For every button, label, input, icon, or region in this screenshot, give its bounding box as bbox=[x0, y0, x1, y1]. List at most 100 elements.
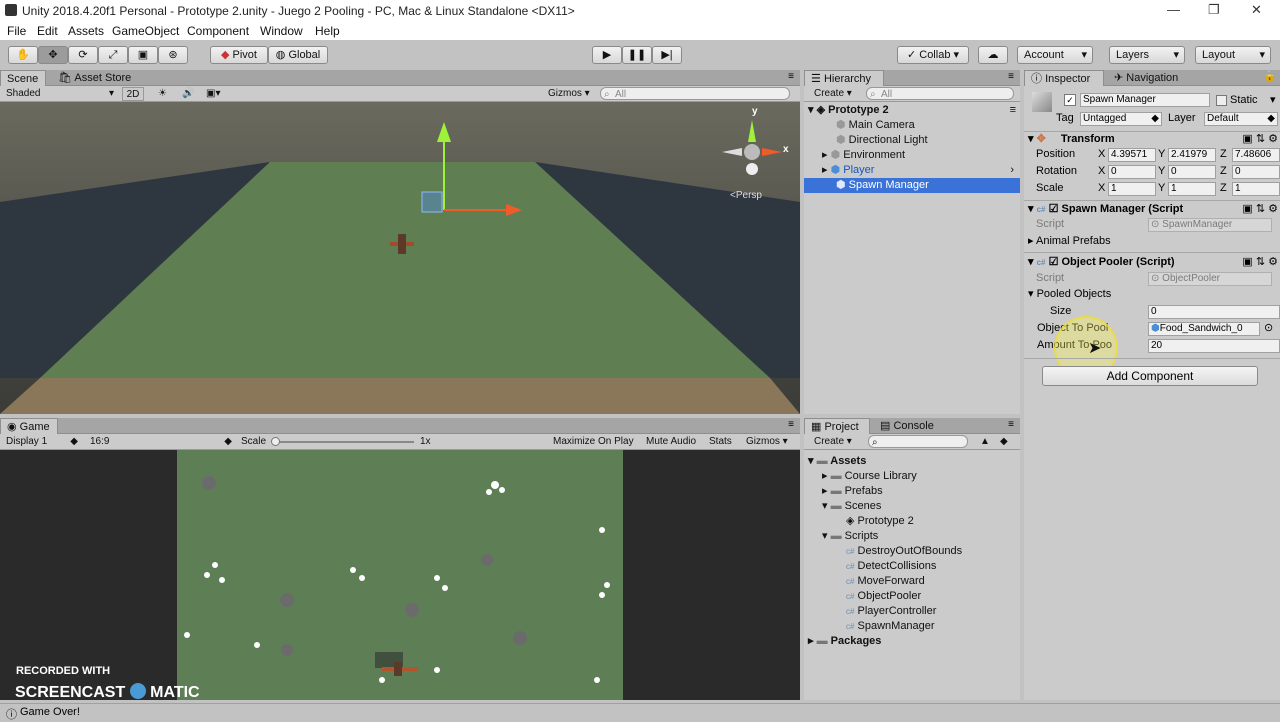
project-search-input[interactable]: ⌕ bbox=[868, 435, 968, 448]
lighting-icon[interactable]: ☀ bbox=[158, 87, 167, 101]
tab-console[interactable]: ▤ Console bbox=[874, 418, 940, 434]
lock-icon[interactable]: 🔒 bbox=[1264, 71, 1276, 82]
panel-menu-icon[interactable]: ≡ bbox=[1008, 419, 1014, 430]
menu-gameobject[interactable]: GameObject bbox=[112, 24, 179, 38]
shading-dropdown[interactable]: Shaded ▾ bbox=[6, 87, 116, 101]
hierarchy-create-dropdown[interactable]: Create ▾ bbox=[814, 87, 852, 101]
perspective-label[interactable]: <Persp bbox=[730, 190, 762, 201]
scale-y-field[interactable]: 1 bbox=[1168, 182, 1216, 196]
gizmo-plane[interactable] bbox=[421, 191, 443, 213]
folder-scenes[interactable]: ▾ ▬ Scenes bbox=[822, 499, 881, 514]
animal-prefabs-foldout[interactable]: ▸ Animal Prefabs bbox=[1028, 234, 1111, 249]
folder-scripts[interactable]: ▾ ▬ Scripts bbox=[822, 529, 878, 544]
filter-label-icon[interactable]: ◆ bbox=[1000, 435, 1008, 449]
game-viewport[interactable]: RECORDED WITH SCREENCAST MATIC bbox=[0, 450, 800, 700]
maximize-button[interactable]: ❐ bbox=[1208, 2, 1220, 18]
pooled-objects-foldout[interactable]: ▾ Pooled Objects bbox=[1028, 287, 1111, 302]
layers-dropdown[interactable]: Layers ▾ bbox=[1109, 46, 1185, 64]
filter-type-icon[interactable]: ▲ bbox=[980, 435, 990, 449]
close-button[interactable]: ✕ bbox=[1251, 2, 1262, 18]
hierarchy-search-input[interactable]: ⌕ All bbox=[866, 87, 1014, 100]
menu-window[interactable]: Window bbox=[260, 24, 303, 38]
component-enabled-checkbox[interactable]: ☑ bbox=[1049, 256, 1059, 268]
size-field[interactable]: 0 bbox=[1148, 305, 1280, 319]
scene-root-item[interactable]: ▾ ◈ Prototype 2 ≡ bbox=[808, 103, 1020, 118]
component-settings-icon[interactable]: ▣ ⇅ ⚙ bbox=[1242, 132, 1278, 147]
scale-z-field[interactable]: 1 bbox=[1232, 182, 1280, 196]
object-to-pool-field[interactable]: ⬢Food_Sandwich_0 bbox=[1148, 322, 1260, 336]
script-file[interactable]: c# ObjectPooler bbox=[846, 589, 921, 604]
folder-packages[interactable]: ▸ ▬ Packages bbox=[808, 634, 881, 649]
tab-game[interactable]: ◉ Game bbox=[0, 418, 58, 434]
rect-tool-icon[interactable]: ▣ bbox=[128, 46, 158, 64]
mode-2d-toggle[interactable]: 2D bbox=[122, 87, 144, 101]
tab-project[interactable]: ▦ Project bbox=[804, 418, 870, 434]
step-button[interactable]: ▶| bbox=[652, 46, 682, 64]
hand-tool-icon[interactable]: ✋ bbox=[8, 46, 38, 64]
tag-dropdown[interactable]: Untagged ◆ bbox=[1080, 112, 1162, 126]
active-checkbox[interactable]: ✓ bbox=[1064, 94, 1076, 106]
effects-icon[interactable]: ▣▾ bbox=[206, 87, 220, 101]
position-y-field[interactable]: 2.41979 bbox=[1168, 148, 1216, 162]
transform-header[interactable]: ▾ ✥ Transform ▣ ⇅ ⚙ bbox=[1028, 132, 1280, 147]
global-toggle[interactable]: ◍ Global bbox=[268, 46, 328, 64]
aspect-dropdown[interactable]: 16:9 ◆ bbox=[90, 435, 234, 449]
object-pooler-header[interactable]: ▾ c# ☑ Object Pooler (Script) ▣ ⇅ ⚙ bbox=[1028, 255, 1280, 270]
pivot-toggle[interactable]: ◆ Pivot bbox=[210, 46, 268, 64]
menu-help[interactable]: Help bbox=[315, 24, 340, 38]
minimize-button[interactable]: — bbox=[1167, 2, 1180, 17]
hierarchy-item-spawn-manager[interactable]: ⬢ Spawn Manager bbox=[804, 178, 1020, 193]
menu-edit[interactable]: Edit bbox=[37, 24, 58, 38]
move-tool-icon[interactable]: ✥ bbox=[38, 46, 68, 64]
folder-assets[interactable]: ▾ ▬ Assets bbox=[808, 454, 866, 469]
panel-menu-icon[interactable]: ≡ bbox=[1008, 71, 1014, 82]
orientation-gizmo[interactable] bbox=[722, 120, 782, 175]
scene-search-input[interactable]: ⌕ All bbox=[600, 87, 790, 100]
static-checkbox[interactable] bbox=[1216, 95, 1227, 106]
scale-x-field[interactable]: 1 bbox=[1108, 182, 1156, 196]
menu-file[interactable]: File bbox=[7, 24, 26, 38]
position-z-field[interactable]: 7.48606 bbox=[1232, 148, 1280, 162]
chevron-down-icon[interactable]: ▾ bbox=[1270, 93, 1276, 108]
play-button[interactable]: ▶ bbox=[592, 46, 622, 64]
component-settings-icon[interactable]: ▣ ⇅ ⚙ bbox=[1242, 202, 1278, 217]
tab-inspector[interactable]: ⓘ Inspector bbox=[1024, 70, 1104, 86]
scene-viewport[interactable]: y x <Persp bbox=[0, 102, 800, 414]
folder-course-library[interactable]: ▸ ▬ Course Library bbox=[822, 469, 917, 484]
hierarchy-item-main-camera[interactable]: ⬢ Main Camera bbox=[836, 118, 915, 133]
rotate-tool-icon[interactable]: ⟳ bbox=[68, 46, 98, 64]
script-file[interactable]: c# PlayerController bbox=[846, 604, 936, 619]
status-message[interactable]: Game Over! bbox=[20, 706, 80, 718]
display-dropdown[interactable]: Display 1 ◆ bbox=[6, 435, 80, 449]
object-name-field[interactable]: Spawn Manager bbox=[1080, 93, 1210, 107]
panel-menu-icon[interactable]: ≡ bbox=[1010, 103, 1016, 118]
position-x-field[interactable]: 4.39571 bbox=[1108, 148, 1156, 162]
cloud-button[interactable]: ☁ bbox=[978, 46, 1008, 64]
script-file[interactable]: c# SpawnManager bbox=[846, 619, 935, 634]
transform-tool-icon[interactable]: ⊛ bbox=[158, 46, 188, 64]
layer-dropdown[interactable]: Default ◆ bbox=[1204, 112, 1278, 126]
hierarchy-item-player[interactable]: ▸ ⬢ Player › bbox=[822, 163, 1020, 178]
amount-to-pool-field[interactable]: 20 bbox=[1148, 339, 1280, 353]
audio-icon[interactable]: 🔊 bbox=[182, 87, 194, 101]
scene-file-prototype-2[interactable]: ◈ Prototype 2 bbox=[846, 514, 914, 529]
scale-tool-icon[interactable]: ⤢ bbox=[98, 46, 128, 64]
hierarchy-item-directional-light[interactable]: ⬢ Directional Light bbox=[836, 133, 928, 148]
account-dropdown[interactable]: Account ▾ bbox=[1017, 46, 1093, 64]
tab-asset-store[interactable]: 🛍 Asset Store bbox=[52, 70, 137, 86]
tab-hierarchy[interactable]: ☰ Hierarchy bbox=[804, 70, 884, 86]
script-file[interactable]: c# MoveForward bbox=[846, 574, 925, 589]
maximize-on-play-toggle[interactable]: Maximize On Play bbox=[553, 435, 634, 449]
spawn-manager-header[interactable]: ▾ c# ☑ Spawn Manager (Script ▣ ⇅ ⚙ bbox=[1028, 202, 1280, 217]
component-enabled-checkbox[interactable]: ☑ bbox=[1049, 203, 1059, 215]
component-settings-icon[interactable]: ▣ ⇅ ⚙ bbox=[1242, 255, 1278, 270]
mute-audio-toggle[interactable]: Mute Audio bbox=[646, 435, 696, 449]
tab-navigation[interactable]: ✈ Navigation bbox=[1108, 70, 1184, 86]
scale-slider[interactable] bbox=[276, 441, 414, 443]
hierarchy-item-environment[interactable]: ▸ ⬢ Environment bbox=[822, 148, 905, 163]
menu-component[interactable]: Component bbox=[187, 24, 249, 38]
rotation-y-field[interactable]: 0 bbox=[1168, 165, 1216, 179]
object-picker-icon[interactable]: ⊙ bbox=[1264, 321, 1273, 336]
game-gizmos-dropdown[interactable]: Gizmos ▾ bbox=[746, 435, 788, 449]
stats-toggle[interactable]: Stats bbox=[709, 435, 732, 449]
